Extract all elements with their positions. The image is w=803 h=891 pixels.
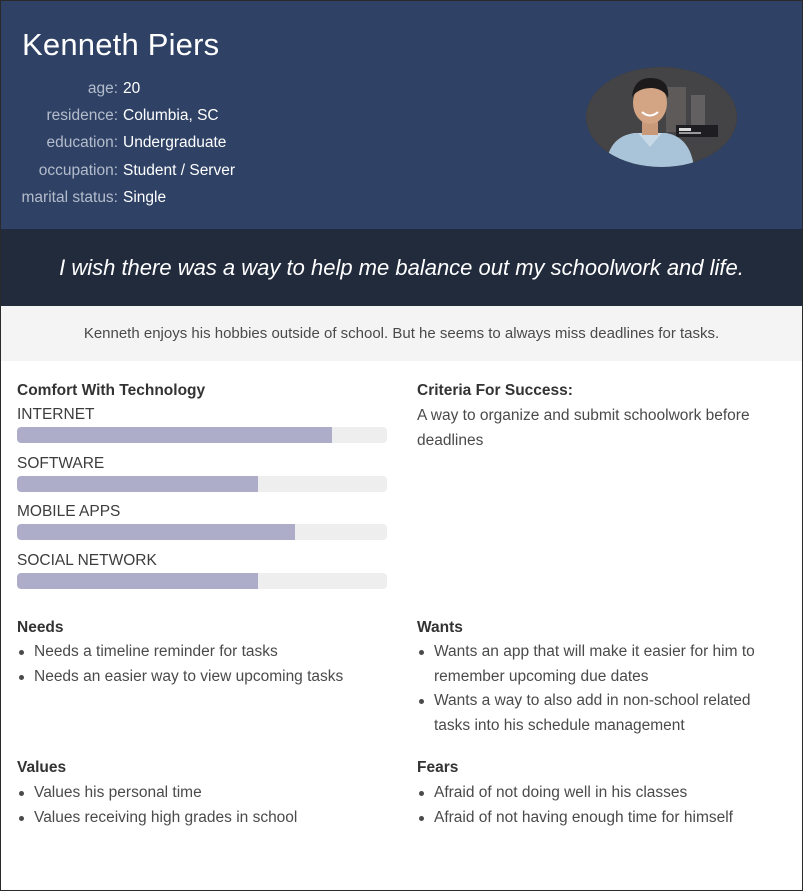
needs-list: Needs a timeline reminder for tasks Need… (17, 640, 387, 689)
summary-band: Kenneth enjoys his hobbies outside of sc… (1, 306, 802, 361)
persona-summary: Kenneth enjoys his hobbies outside of sc… (83, 325, 720, 342)
wants-list: Wants an app that will make it easier fo… (417, 640, 777, 738)
list-item: Afraid of not doing well in his classes (417, 781, 777, 806)
persona-quote: I wish there was a way to help me balanc… (59, 254, 744, 280)
wants-title: Wants (417, 619, 463, 636)
tech-label: SOFTWARE (17, 454, 105, 472)
tech-bar-fill (17, 572, 258, 589)
detail-value: 20 (123, 79, 141, 97)
tech-item-internet: INTERNET (17, 405, 387, 454)
tech-label: SOCIAL NETWORK (17, 551, 157, 569)
detail-row-marital-status: marital status: Single (1, 184, 235, 211)
tech-bar-fill (17, 524, 295, 540)
detail-label: age: (87, 79, 118, 97)
fears-title: Fears (417, 759, 459, 776)
detail-row-education: education: Undergraduate (1, 130, 235, 157)
detail-value: Columbia, SC (123, 106, 219, 124)
detail-value: Student / Server (123, 161, 236, 179)
tech-title: Comfort With Technology (17, 382, 206, 399)
tech-bar-track (17, 427, 387, 443)
detail-label: residence: (46, 106, 118, 124)
tech-item-software: SOFTWARE (17, 454, 387, 503)
list-item: Wants a way to also add in non-school re… (417, 689, 777, 738)
list-item: Afraid of not having enough time for him… (417, 806, 777, 831)
avatar-illustration (586, 67, 737, 167)
fears-list: Afraid of not doing well in his classes … (417, 781, 777, 830)
list-item: Values receiving high grades in school (17, 806, 387, 831)
tech-item-mobile-apps: MOBILE APPS (17, 502, 387, 551)
tech-comfort-list: INTERNET SOFTWARE MOBILE APPS SOCIAL NET… (17, 405, 387, 599)
tech-bar-fill (17, 427, 332, 443)
detail-label: occupation: (38, 161, 118, 179)
tech-label: MOBILE APPS (17, 503, 121, 520)
detail-row-residence: residence: Columbia, SC (1, 102, 235, 129)
tech-label: INTERNET (17, 406, 95, 423)
tech-item-social-network: SOCIAL NETWORK (17, 551, 387, 600)
criteria-text: A way to organize and submit schoolwork … (417, 407, 750, 449)
needs-title: Needs (17, 619, 64, 636)
persona-page: Kenneth Piers age: 20 residence: Columbi… (0, 0, 803, 891)
tech-bar-fill (17, 475, 258, 492)
tech-bar-track (17, 572, 387, 589)
criteria-title: Criteria For Success: (417, 382, 573, 399)
detail-label: marital status: (21, 188, 118, 206)
detail-value: Single (123, 188, 167, 206)
person-photo-icon (586, 67, 737, 167)
list-item: Wants an app that will make it easier fo… (417, 640, 777, 689)
detail-row-occupation: occupation: Student / Server (1, 157, 235, 184)
detail-value: Undergraduate (123, 134, 227, 152)
tech-bar-track (17, 524, 387, 540)
persona-name: Kenneth Piers (22, 27, 220, 62)
values-title: Values (17, 759, 67, 776)
list-item: Needs a timeline reminder for tasks (17, 640, 387, 665)
persona-header: Kenneth Piers age: 20 residence: Columbi… (1, 1, 802, 229)
list-item: Values his personal time (17, 781, 387, 806)
values-list: Values his personal time Values receivin… (17, 781, 387, 830)
detail-label: education: (46, 134, 118, 152)
list-item: Needs an easier way to view upcoming tas… (17, 665, 387, 690)
persona-details: age: 20 residence: Columbia, SC educatio… (1, 75, 236, 211)
detail-row-age: age: 20 (1, 75, 235, 102)
tech-bar-track (17, 475, 387, 492)
quote-band: I wish there was a way to help me balanc… (1, 229, 802, 306)
